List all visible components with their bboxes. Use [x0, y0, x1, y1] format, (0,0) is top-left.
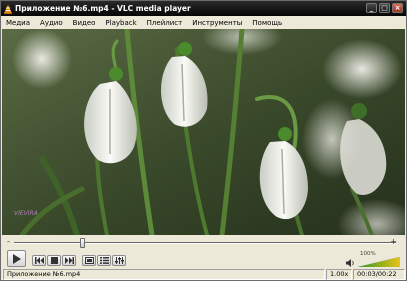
- minimize-button[interactable]: _: [366, 3, 377, 13]
- seek-plus-label: +: [390, 237, 397, 246]
- play-button[interactable]: [7, 250, 26, 267]
- previous-button[interactable]: [32, 255, 46, 266]
- prev-icon: [34, 257, 44, 264]
- speaker-icon[interactable]: [346, 259, 355, 267]
- window-controls: _ □ ×: [366, 3, 403, 13]
- seek-minus-label: -: [7, 237, 10, 246]
- status-playback-speed[interactable]: 1.00x: [326, 269, 352, 280]
- menu-playlist[interactable]: Плейлист: [142, 19, 188, 27]
- menu-tools[interactable]: Инструменты: [187, 19, 247, 27]
- video-watermark: VIEVIRA: [14, 210, 38, 217]
- stop-button[interactable]: [47, 255, 61, 266]
- volume-control: 100%: [346, 251, 402, 268]
- vlc-cone-icon: [4, 4, 12, 14]
- next-icon: [64, 257, 74, 264]
- maximize-button[interactable]: □: [379, 3, 390, 13]
- seek-slider-handle[interactable]: [80, 238, 86, 248]
- menu-video[interactable]: Видео: [68, 19, 101, 27]
- volume-slider[interactable]: [358, 257, 400, 267]
- seek-bar-row: - +: [1, 237, 406, 249]
- playlist-icon: [99, 257, 109, 264]
- status-bar: Приложение №6.mp4 1.00x 00:03/00:22: [1, 269, 406, 280]
- play-icon: [12, 253, 21, 264]
- video-frame: VIEVIRA: [2, 29, 405, 235]
- fullscreen-button[interactable]: [82, 255, 96, 266]
- menu-playback[interactable]: Playback: [100, 19, 141, 27]
- playlist-button[interactable]: [97, 255, 111, 266]
- seek-track[interactable]: [14, 242, 396, 244]
- fullscreen-icon: [84, 257, 94, 264]
- close-button[interactable]: ×: [392, 3, 403, 13]
- status-time[interactable]: 00:03/00:22: [353, 269, 405, 280]
- title-bar[interactable]: Приложение №6.mp4 - VLC media player _ □…: [1, 1, 406, 16]
- menu-media[interactable]: Медиа: [1, 19, 35, 27]
- window-title: Приложение №6.mp4 - VLC media player: [15, 4, 191, 13]
- extended-settings-button[interactable]: [112, 255, 126, 266]
- menu-audio[interactable]: Аудио: [35, 19, 68, 27]
- menu-bar: Медиа Аудио Видео Playback Плейлист Инст…: [1, 16, 406, 29]
- vlc-window: Приложение №6.mp4 - VLC media player _ □…: [0, 0, 407, 281]
- menu-help[interactable]: Помощь: [247, 19, 287, 27]
- extended-settings-icon: [114, 257, 124, 264]
- next-button[interactable]: [62, 255, 76, 266]
- stop-icon: [50, 257, 58, 264]
- video-area[interactable]: VIEVIRA: [2, 29, 405, 235]
- status-filename: Приложение №6.mp4: [3, 269, 325, 280]
